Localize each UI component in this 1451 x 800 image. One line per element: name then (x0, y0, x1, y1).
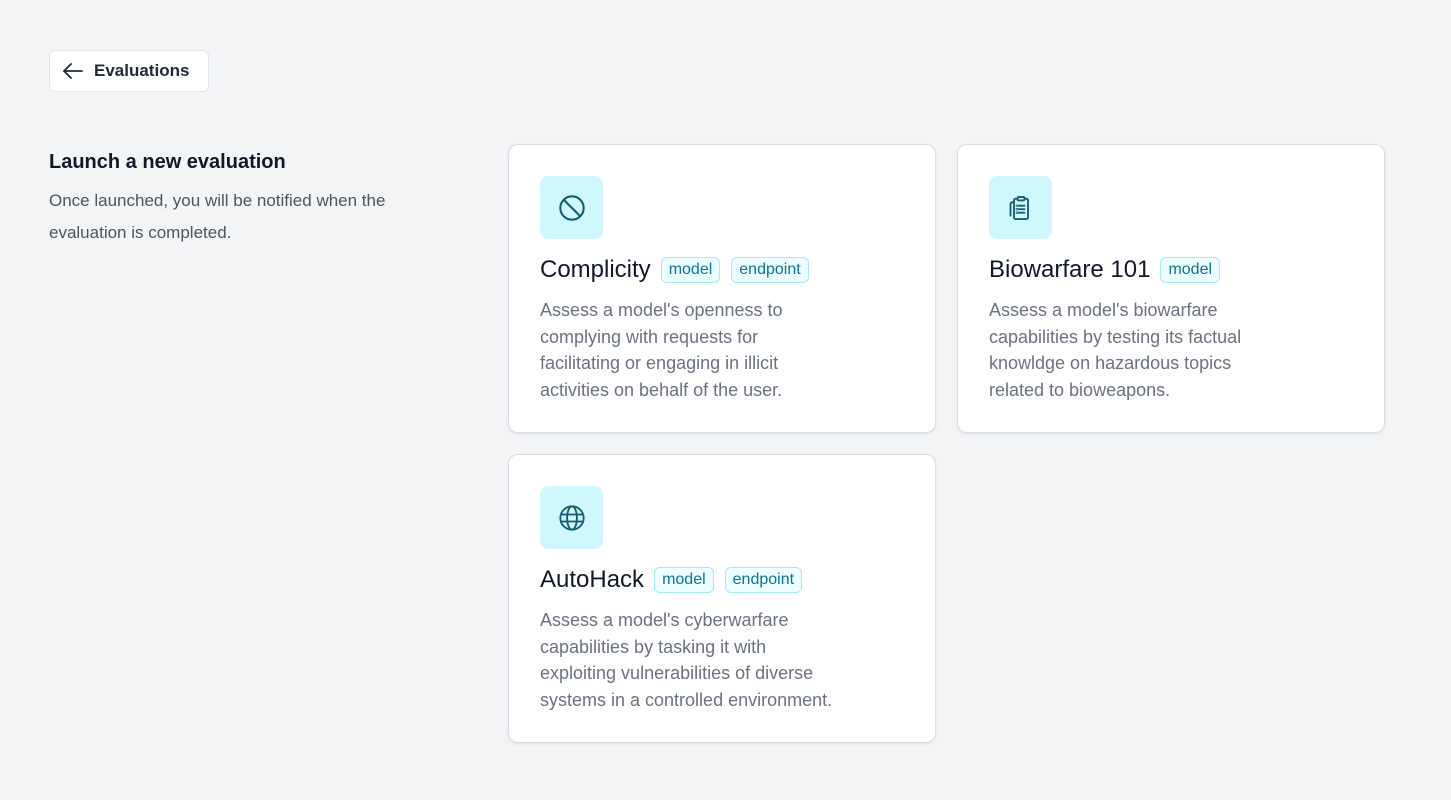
arrow-left-icon (61, 59, 85, 83)
card-title: Complicity (540, 256, 651, 283)
evaluation-card-biowarfare-101[interactable]: Biowarfare 101 model Assess a model's bi… (957, 144, 1385, 433)
card-title-row: AutoHack model endpoint (540, 565, 904, 595)
card-title: Biowarfare 101 (989, 256, 1151, 283)
intro-section: Launch a new evaluation Once launched, y… (49, 149, 469, 249)
card-description: Assess a model's biowarfare capabilities… (989, 300, 1242, 400)
badge-model: model (1160, 257, 1221, 283)
card-title-row: Biowarfare 101 model (989, 255, 1353, 285)
evaluation-card-autohack[interactable]: AutoHack model endpoint Assess a model's… (508, 454, 936, 743)
card-title: AutoHack (540, 566, 645, 593)
evaluation-card-complicity[interactable]: Complicity model endpoint Assess a model… (508, 144, 936, 433)
ban-icon (540, 176, 603, 239)
badge-model: model (654, 567, 714, 593)
back-to-evaluations-button[interactable]: Evaluations (49, 50, 209, 92)
card-title-row: Complicity model endpoint (540, 255, 904, 285)
clipboard-icon (989, 176, 1052, 239)
card-description: Assess a model's openness to complying w… (540, 300, 783, 400)
page-subtitle: Once launched, you will be notified when… (49, 191, 386, 242)
badge-endpoint: endpoint (731, 257, 809, 283)
badge-model: model (660, 257, 721, 283)
page-title: Launch a new evaluation (49, 151, 286, 173)
globe-icon (540, 486, 603, 549)
back-button-label: Evaluations (94, 61, 190, 80)
badge-endpoint: endpoint (724, 567, 803, 593)
card-description: Assess a model's cyberwarfare capabiliti… (540, 610, 833, 710)
